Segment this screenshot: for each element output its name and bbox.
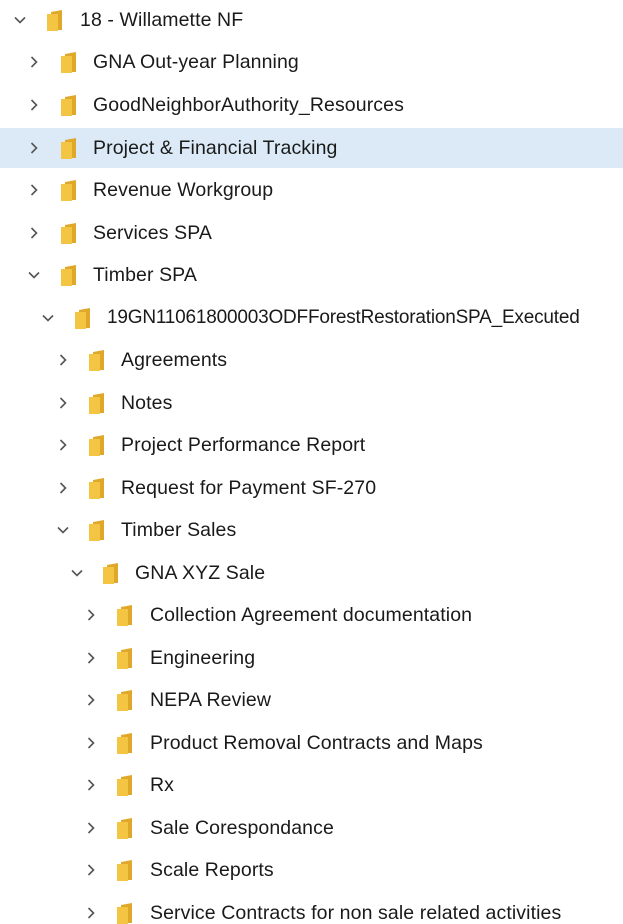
folder-icon: [89, 478, 106, 499]
tree-item-request-for-payment[interactable]: Request for Payment SF-270: [0, 468, 623, 508]
chevron-down-icon[interactable]: [27, 268, 41, 282]
tree-item-label: Timber Sales: [121, 519, 237, 541]
folder-icon: [117, 690, 134, 711]
tree-item-notes[interactable]: Notes: [0, 383, 623, 423]
tree-item-label: Services SPA: [93, 222, 212, 244]
tree-item-sale-corespondance[interactable]: Sale Corespondance: [0, 808, 623, 848]
chevron-right-icon[interactable]: [84, 651, 98, 665]
tree-item-label: GNA Out-year Planning: [93, 51, 299, 73]
tree-item-label: Engineering: [150, 647, 256, 669]
tree-item-label: Collection Agreement documentation: [150, 604, 473, 626]
tree-item-label: 19GN11061800003ODFForestRestorationSPA_E…: [107, 307, 580, 328]
tree-item-gna-out-year-planning[interactable]: GNA Out-year Planning: [0, 42, 623, 82]
folder-icon: [117, 818, 134, 839]
tree-item-goodneighborauthority-resources[interactable]: GoodNeighborAuthority_Resources: [0, 85, 623, 125]
chevron-down-icon[interactable]: [70, 566, 84, 580]
tree-item-label: GNA XYZ Sale: [135, 562, 266, 584]
tree-item-label: Product Removal Contracts and Maps: [150, 732, 483, 754]
chevron-down-icon[interactable]: [41, 311, 55, 325]
tree-item-label: 18 - Willamette NF: [80, 9, 244, 31]
folder-icon: [103, 563, 120, 584]
tree-item-label: Service Contracts for non sale related a…: [150, 902, 562, 924]
tree-item-rx[interactable]: Rx: [0, 765, 623, 805]
tree-item-label: Revenue Workgroup: [93, 179, 274, 201]
tree-item-revenue-workgroup[interactable]: Revenue Workgroup: [0, 170, 623, 210]
folder-icon: [117, 605, 134, 626]
tree-item-product-removal-contracts[interactable]: Product Removal Contracts and Maps: [0, 723, 623, 763]
tree-item-scale-reports[interactable]: Scale Reports: [0, 850, 623, 890]
folder-icon: [61, 180, 78, 201]
chevron-right-icon[interactable]: [56, 396, 70, 410]
chevron-right-icon[interactable]: [56, 481, 70, 495]
chevron-down-icon[interactable]: [13, 13, 27, 27]
tree-item-label: Sale Corespondance: [150, 817, 334, 839]
tree-item-label: Project & Financial Tracking: [93, 137, 338, 159]
chevron-right-icon[interactable]: [84, 821, 98, 835]
chevron-right-icon[interactable]: [84, 693, 98, 707]
tree-item-timber-sales[interactable]: Timber Sales: [0, 510, 623, 550]
folder-icon: [61, 52, 78, 73]
tree-item-project-performance-report[interactable]: Project Performance Report: [0, 425, 623, 465]
folder-icon: [89, 435, 106, 456]
tree-item-service-contracts[interactable]: Service Contracts for non sale related a…: [0, 893, 623, 924]
chevron-right-icon[interactable]: [84, 778, 98, 792]
tree-item-project-financial-tracking[interactable]: Project & Financial Tracking: [0, 128, 623, 168]
folder-icon: [117, 648, 134, 669]
folder-icon: [61, 95, 78, 116]
chevron-right-icon[interactable]: [27, 226, 41, 240]
tree-item-label: Timber SPA: [93, 264, 197, 286]
folder-icon: [61, 138, 78, 159]
tree-item-gna-xyz-sale[interactable]: GNA XYZ Sale: [0, 553, 623, 593]
folder-icon: [75, 308, 92, 329]
chevron-right-icon[interactable]: [27, 98, 41, 112]
chevron-right-icon[interactable]: [27, 55, 41, 69]
chevron-right-icon[interactable]: [84, 608, 98, 622]
chevron-right-icon[interactable]: [27, 141, 41, 155]
folder-icon: [89, 350, 106, 371]
tree-item-label: Request for Payment SF-270: [121, 477, 377, 499]
tree-item-engineering[interactable]: Engineering: [0, 638, 623, 678]
tree-item-collection-agreement-documentation[interactable]: Collection Agreement documentation: [0, 595, 623, 635]
folder-icon: [61, 223, 78, 244]
chevron-right-icon[interactable]: [84, 863, 98, 877]
chevron-right-icon[interactable]: [27, 183, 41, 197]
tree-item-willamette-nf[interactable]: 18 - Willamette NF: [0, 0, 623, 40]
folder-icon: [89, 393, 106, 414]
folder-tree: 18 - Willamette NF GNA Out-year Planning…: [0, 0, 623, 924]
tree-item-label: Notes: [121, 392, 173, 414]
folder-icon: [61, 265, 78, 286]
chevron-right-icon[interactable]: [56, 353, 70, 367]
tree-item-label: Rx: [150, 774, 175, 796]
folder-icon: [89, 520, 106, 541]
folder-icon: [117, 903, 134, 924]
tree-item-label: GoodNeighborAuthority_Resources: [93, 94, 404, 116]
folder-icon: [117, 733, 134, 754]
folder-icon: [47, 10, 64, 31]
tree-item-services-spa[interactable]: Services SPA: [0, 213, 623, 253]
tree-item-label: Agreements: [121, 349, 228, 371]
chevron-right-icon[interactable]: [56, 438, 70, 452]
tree-item-agreements[interactable]: Agreements: [0, 340, 623, 380]
tree-item-label: Scale Reports: [150, 859, 274, 881]
tree-item-nepa-review[interactable]: NEPA Review: [0, 680, 623, 720]
tree-item-label: NEPA Review: [150, 689, 272, 711]
tree-item-timber-spa[interactable]: Timber SPA: [0, 255, 623, 295]
chevron-right-icon[interactable]: [84, 906, 98, 920]
tree-item-19gn-odf-forest-restoration-spa[interactable]: 19GN11061800003ODFForestRestorationSPA_E…: [0, 298, 623, 338]
tree-item-label: Project Performance Report: [121, 434, 366, 456]
chevron-right-icon[interactable]: [84, 736, 98, 750]
chevron-down-icon[interactable]: [56, 523, 70, 537]
folder-icon: [117, 775, 134, 796]
folder-icon: [117, 860, 134, 881]
